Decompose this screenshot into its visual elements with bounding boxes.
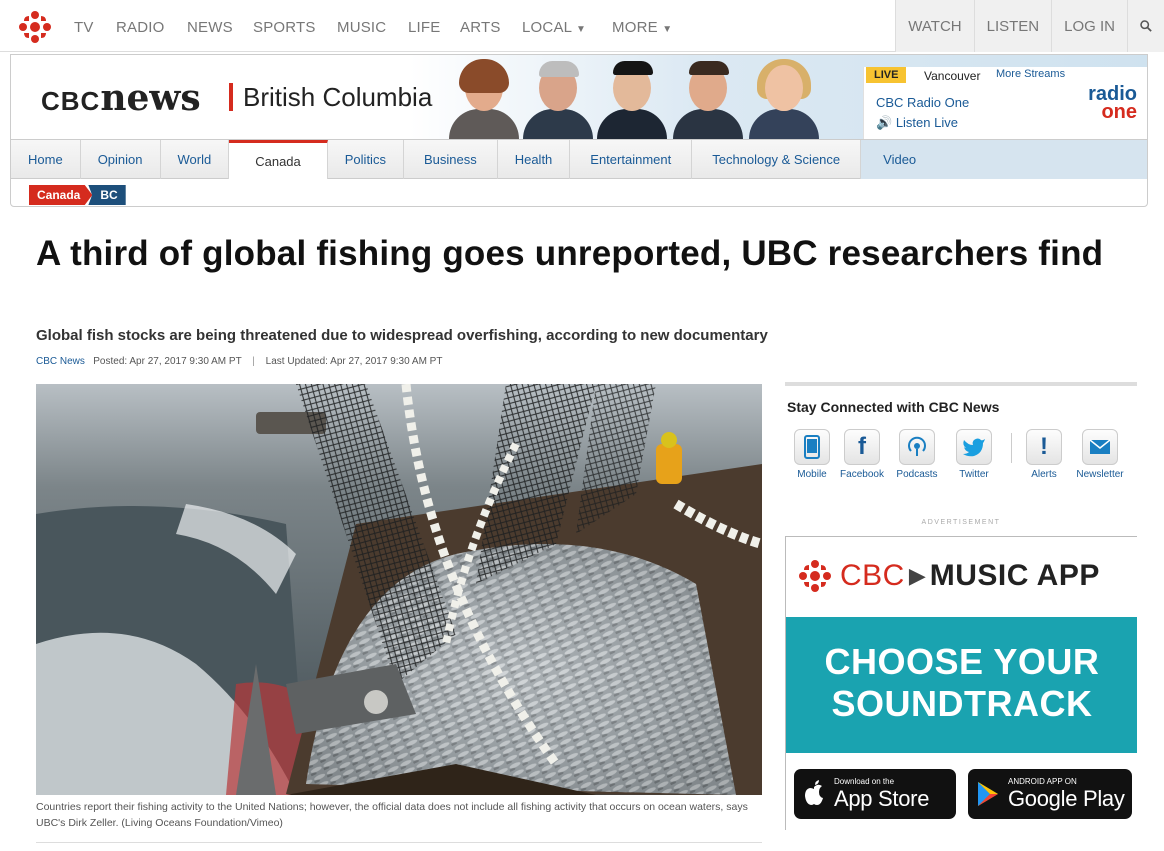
article-byline: CBC News Posted: Apr 27, 2017 9:30 AM PT… — [36, 356, 442, 367]
social-podcasts[interactable]: Podcasts — [892, 429, 942, 480]
social-links: Mobile f Facebook Podcasts Twitter ! Ale… — [787, 429, 1137, 489]
article-photo[interactable] — [36, 384, 762, 795]
breadcrumb-canada[interactable]: Canada — [29, 185, 93, 205]
listen-live-link[interactable]: 🔊 Listen Live — [876, 115, 958, 131]
social-mobile[interactable]: Mobile — [787, 429, 837, 480]
google-play-button[interactable]: ANDROID APP ON Google Play — [968, 769, 1132, 819]
mobile-icon — [794, 429, 830, 465]
nav-news[interactable]: NEWS — [187, 19, 233, 36]
article-headline: A third of global fishing goes unreporte… — [36, 234, 1104, 273]
chevron-down-icon: ▼ — [576, 24, 587, 35]
live-radio-box: LIVE Vancouver More Streams CBC Radio On… — [863, 67, 1147, 139]
stay-connected-title: Stay Connected with CBC News — [787, 399, 1000, 415]
google-play-icon — [978, 782, 998, 806]
facebook-icon: f — [844, 429, 880, 465]
radio-one-logo[interactable]: radio one — [1088, 84, 1137, 122]
social-alerts[interactable]: ! Alerts — [1019, 429, 1069, 480]
cbc-music-app-ad[interactable]: CBC ▶ MUSIC APP CHOOSE YOUR SOUNDTRACK D… — [785, 536, 1137, 830]
more-streams-link[interactable]: More Streams — [996, 68, 1065, 80]
breadcrumb: Canada BC — [29, 185, 126, 205]
account-nav: WATCH LISTEN LOG IN — [895, 0, 1164, 52]
caption-divider — [36, 842, 762, 843]
tab-canada[interactable]: Canada — [229, 140, 328, 179]
nav-music[interactable]: MUSIC — [337, 19, 386, 36]
fishing-net-photo — [36, 384, 762, 795]
tab-world[interactable]: World — [161, 140, 230, 179]
sidebar-divider — [785, 382, 1137, 386]
alert-icon: ! — [1026, 429, 1062, 465]
nav-sports[interactable]: SPORTS — [253, 19, 316, 36]
app-store-button[interactable]: Download on the App Store — [794, 769, 956, 819]
social-divider — [1011, 433, 1012, 463]
news-header: CBCnews British Columbia LIVE Vancouver … — [10, 54, 1148, 207]
tab-entertainment[interactable]: Entertainment — [570, 140, 693, 179]
tab-politics[interactable]: Politics — [328, 140, 404, 179]
photo-caption: Countries report their fishing activity … — [36, 801, 748, 829]
search-icon[interactable] — [1128, 0, 1164, 52]
byline-source[interactable]: CBC News — [36, 356, 85, 367]
chevron-down-icon: ▼ — [662, 24, 673, 35]
anchor-photo — [745, 57, 823, 139]
speaker-icon: 🔊 — [876, 115, 893, 130]
anchor-photo — [519, 57, 597, 139]
tab-video[interactable]: Video — [861, 140, 1147, 179]
twitter-icon — [956, 429, 992, 465]
breadcrumb-bc[interactable]: BC — [88, 185, 126, 205]
podcast-icon — [899, 429, 935, 465]
byline-updated: Last Updated: Apr 27, 2017 9:30 AM PT — [265, 356, 443, 367]
nav-tv[interactable]: TV — [74, 19, 94, 36]
nav-radio[interactable]: RADIO — [116, 19, 165, 36]
watch-button[interactable]: WATCH — [896, 0, 975, 52]
social-twitter[interactable]: Twitter — [949, 429, 999, 480]
tab-home[interactable]: Home — [11, 140, 81, 179]
station-name[interactable]: CBC Radio One — [876, 95, 969, 110]
section-nav: Home Opinion World Canada Politics Busin… — [11, 139, 1147, 179]
social-newsletter[interactable]: Newsletter — [1075, 429, 1125, 480]
global-nav: TV RADIO NEWS SPORTS MUSIC LIFE ARTS LOC… — [0, 0, 1164, 52]
cbc-news-logo[interactable]: CBCnews — [41, 77, 201, 119]
nav-life[interactable]: LIFE — [408, 19, 440, 36]
anchor-photo — [445, 57, 523, 139]
anchor-photos — [443, 55, 863, 139]
tab-opinion[interactable]: Opinion — [81, 140, 161, 179]
cbc-gem-logo[interactable] — [18, 10, 52, 44]
article-subhead: Global fish stocks are being threatened … — [36, 327, 768, 344]
live-badge: LIVE — [866, 67, 907, 83]
play-arrow-icon: ▶ — [908, 563, 926, 588]
login-button[interactable]: LOG IN — [1052, 0, 1128, 52]
live-city[interactable]: Vancouver — [924, 69, 980, 83]
ad-headline: CHOOSE YOUR SOUNDTRACK — [786, 617, 1137, 753]
tab-business[interactable]: Business — [404, 140, 498, 179]
cbc-gem-logo — [799, 560, 831, 592]
nav-local[interactable]: LOCAL ▼ — [522, 19, 586, 36]
tab-technology-science[interactable]: Technology & Science — [692, 140, 862, 179]
apple-icon — [805, 780, 823, 805]
nav-more[interactable]: MORE ▼ — [612, 19, 672, 36]
byline-separator: | — [252, 356, 255, 367]
ad-brand: CBC ▶ MUSIC APP — [798, 559, 1100, 593]
tab-health[interactable]: Health — [498, 140, 571, 179]
byline-posted: Posted: Apr 27, 2017 9:30 AM PT — [93, 356, 242, 367]
header-band: CBCnews British Columbia LIVE Vancouver … — [11, 55, 1147, 139]
anchor-photo — [669, 57, 747, 139]
listen-button[interactable]: LISTEN — [975, 0, 1053, 52]
nav-arts[interactable]: ARTS — [460, 19, 501, 36]
advertisement-label: ADVERTISEMENT — [921, 519, 1001, 526]
anchor-photo — [593, 57, 671, 139]
social-facebook[interactable]: f Facebook — [837, 429, 887, 480]
envelope-icon — [1082, 429, 1118, 465]
region-title[interactable]: British Columbia — [229, 83, 432, 111]
